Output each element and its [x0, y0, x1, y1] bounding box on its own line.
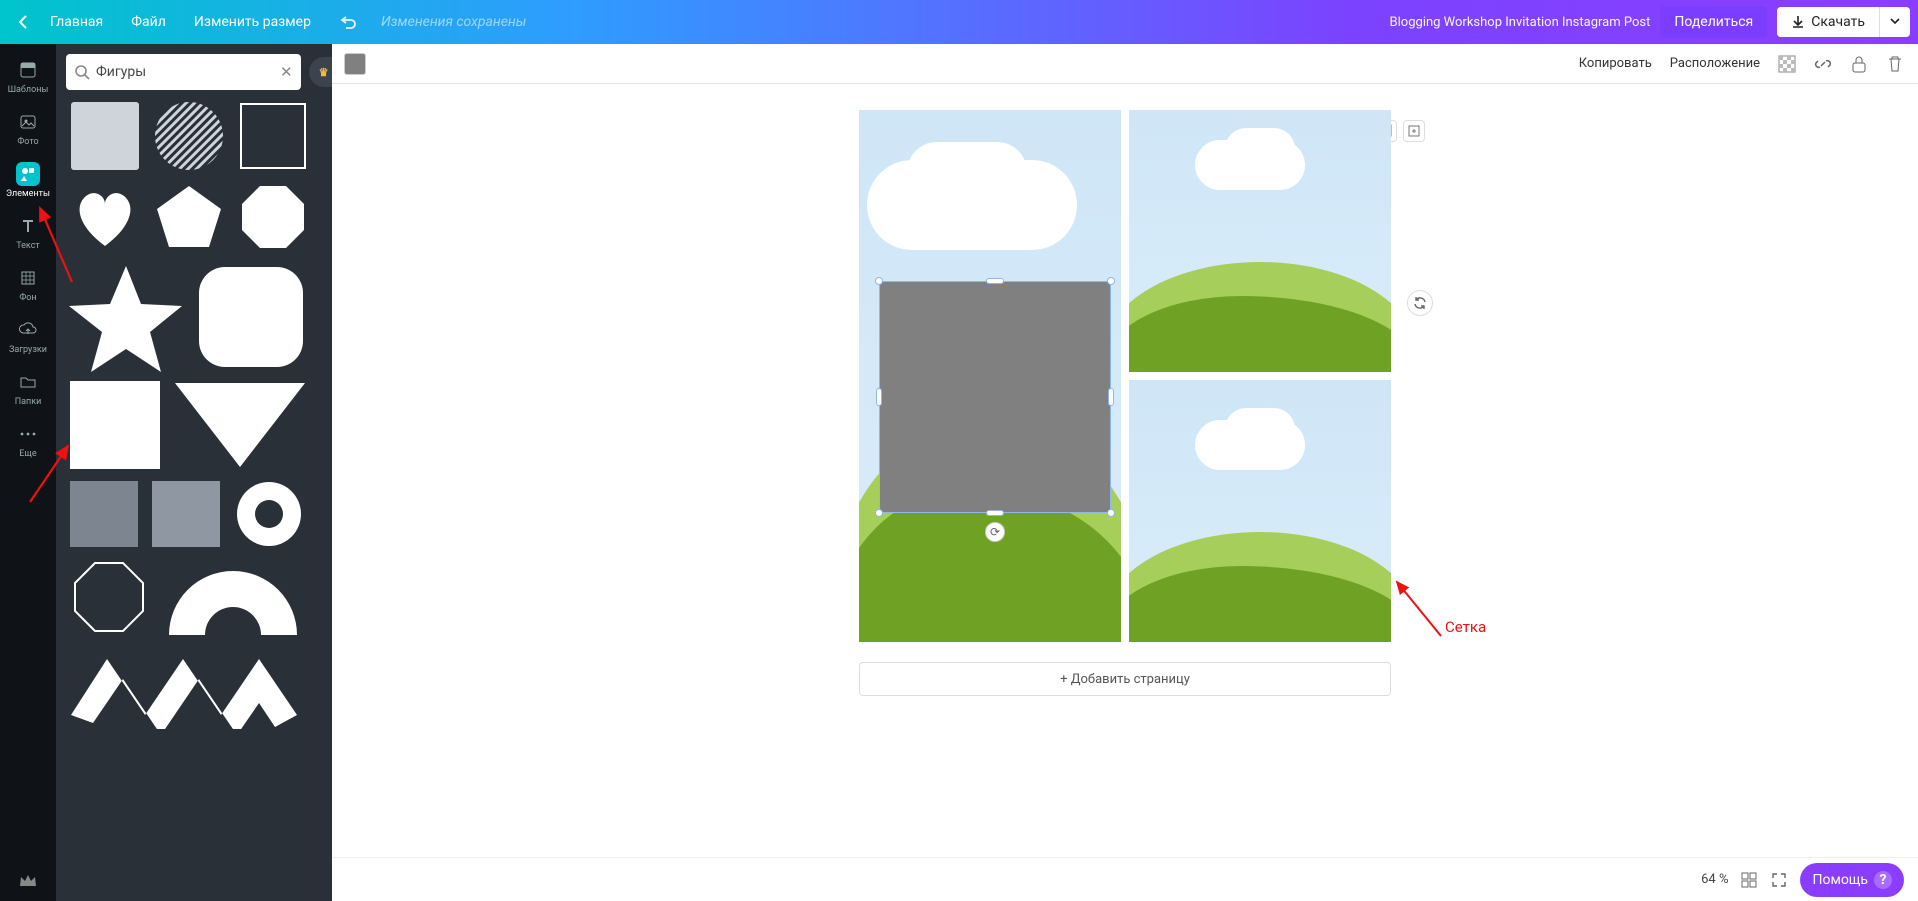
top-bar: Главная Файл Изменить размер Изменения с… — [0, 0, 1918, 44]
help-label: Помощь — [1812, 872, 1868, 888]
rail-photo[interactable]: Фото — [0, 102, 56, 154]
shape-striped-circle[interactable] — [150, 100, 228, 172]
rail-folders-label: Папки — [15, 397, 42, 407]
context-toolbar: Копировать Расположение — [332, 44, 1918, 84]
shape-donut[interactable] — [230, 478, 308, 550]
help-question-icon: ? — [1874, 871, 1892, 889]
shape-triangle-down[interactable] — [170, 378, 310, 472]
download-button[interactable]: Скачать — [1777, 7, 1879, 37]
side-panel: ✕ ♛ БЕСПЛ. — [56, 44, 332, 901]
chevron-down-icon — [1890, 18, 1900, 26]
shape-pentagon[interactable] — [150, 178, 228, 256]
canvas[interactable]: ⟳ Сетка + Добавить страницу — [332, 84, 1918, 857]
rail-folders[interactable]: Папки — [0, 362, 56, 414]
selected-shape[interactable]: ⟳ — [879, 281, 1111, 513]
share-button[interactable]: Поделиться — [1660, 6, 1767, 38]
add-page-button[interactable]: + Добавить страницу — [859, 662, 1391, 696]
fill-color-swatch[interactable] — [344, 53, 366, 75]
transparency-button[interactable] — [1776, 53, 1798, 75]
crown-icon: ♛ — [319, 66, 329, 79]
rail-background-label: Фон — [19, 293, 36, 303]
rail-uploads-label: Загрузки — [9, 345, 47, 355]
editor-area: Копировать Расположение — [332, 44, 1918, 901]
more-icon — [16, 422, 40, 446]
rail-photo-label: Фото — [17, 137, 38, 147]
shapes-grid — [56, 94, 326, 901]
sync-button[interactable] — [1407, 290, 1433, 316]
folders-icon — [16, 370, 40, 394]
rail-background[interactable]: Фон — [0, 258, 56, 310]
design-title[interactable]: Blogging Workshop Invitation Instagram P… — [1390, 15, 1651, 30]
shape-octagon-outline[interactable] — [66, 556, 152, 638]
download-label: Скачать — [1811, 14, 1865, 30]
shape-square-outline[interactable] — [234, 100, 312, 172]
shape-arch[interactable] — [158, 556, 308, 638]
back-button[interactable] — [14, 11, 32, 33]
rail-more[interactable]: Еще — [0, 414, 56, 466]
shape-gray-square-2[interactable] — [148, 478, 224, 550]
rail-more-label: Еще — [19, 449, 36, 459]
search-input[interactable] — [96, 64, 274, 80]
shape-rounded-square[interactable] — [192, 262, 310, 372]
elements-icon — [16, 162, 40, 186]
rail-premium[interactable] — [0, 861, 56, 901]
search-box[interactable]: ✕ — [66, 54, 301, 90]
photo-icon — [16, 110, 40, 134]
shape-gray-square[interactable] — [66, 478, 142, 550]
crown-icon — [18, 873, 38, 889]
arrange-button[interactable]: Расположение — [1668, 52, 1762, 75]
background-icon — [16, 266, 40, 290]
rail-elements-label: Элементы — [6, 189, 50, 199]
menu-home[interactable]: Главная — [40, 6, 113, 38]
delete-button[interactable] — [1884, 53, 1906, 75]
rotate-handle[interactable]: ⟳ — [985, 522, 1005, 542]
templates-icon — [16, 58, 40, 82]
shape-heart[interactable] — [66, 178, 144, 256]
text-icon — [16, 214, 40, 238]
shape-square[interactable] — [66, 378, 164, 472]
shape-square-light[interactable] — [66, 100, 144, 172]
fullscreen-button[interactable] — [1770, 871, 1788, 889]
help-button[interactable]: Помощь ? — [1800, 863, 1904, 897]
rail-elements[interactable]: Элементы — [0, 154, 56, 206]
annotation-arrow-grid — [1391, 576, 1451, 646]
download-icon — [1791, 15, 1805, 29]
undo-button[interactable] — [329, 6, 367, 38]
download-caret[interactable] — [1879, 7, 1910, 37]
search-icon — [74, 64, 90, 80]
rail-text[interactable]: Текст — [0, 206, 56, 258]
menu-resize[interactable]: Изменить размер — [184, 6, 321, 38]
link-button[interactable] — [1812, 53, 1834, 75]
uploads-icon — [16, 318, 40, 342]
rail-templates-label: Шаблоны — [8, 85, 49, 95]
grid-cell-bottom-right[interactable] — [1129, 380, 1391, 642]
save-status: Изменения сохранены — [381, 14, 526, 30]
annotation-text-grid: Сетка — [1445, 618, 1486, 636]
rail-uploads[interactable]: Загрузки — [0, 310, 56, 362]
search-clear[interactable]: ✕ — [280, 63, 293, 81]
copy-button[interactable]: Копировать — [1577, 52, 1654, 75]
menu-file[interactable]: Файл — [121, 6, 176, 38]
rail-templates[interactable]: Шаблоны — [0, 50, 56, 102]
footer: 64 % Помощь ? — [332, 857, 1918, 901]
page-duplicate-button[interactable] — [1403, 120, 1425, 142]
grid-cell-top-right[interactable] — [1129, 110, 1391, 372]
shape-star[interactable] — [66, 262, 186, 372]
rail-text-label: Текст — [16, 241, 40, 251]
left-rail: Шаблоны Фото Элементы Текст Фон Загрузки… — [0, 44, 56, 901]
zoom-level[interactable]: 64 % — [1701, 872, 1728, 887]
grid-view-button[interactable] — [1740, 871, 1758, 889]
shape-zigzag[interactable] — [66, 644, 306, 730]
shape-octagon[interactable] — [234, 178, 312, 256]
lock-button[interactable] — [1848, 53, 1870, 75]
